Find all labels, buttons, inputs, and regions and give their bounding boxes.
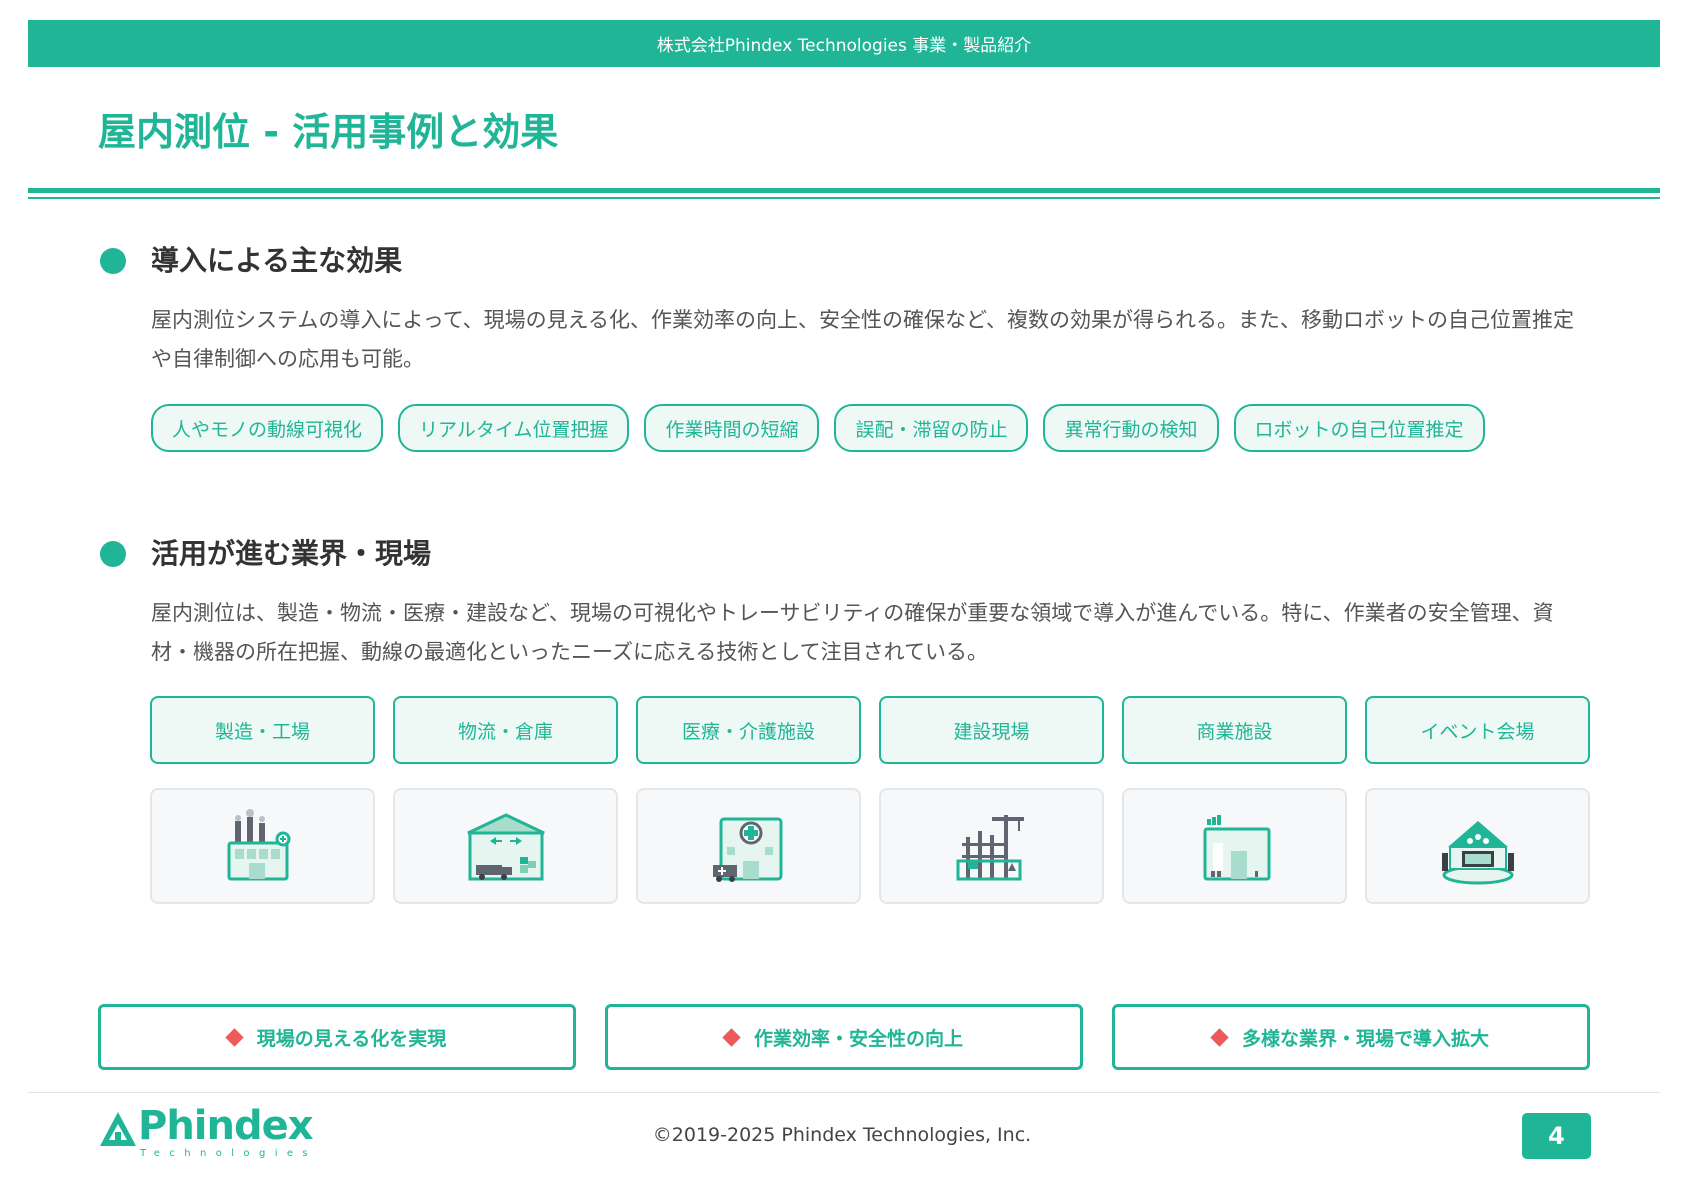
outcome-label: 多様な業界・現場で導入拡大 — [1241, 1027, 1489, 1050]
diamond-bullet-icon — [1210, 1027, 1229, 1047]
section-heading-effects: 導入による主な効果 — [151, 244, 403, 277]
effect-tag: 人やモノの動線可視化 — [151, 404, 384, 452]
section-body-industries: 屋内測位は、製造・物流・医療・建設など、現場の可視化やトレーサビリティの確保が重… — [151, 601, 1554, 664]
industry-label-logistics: 物流・倉庫 — [393, 696, 618, 764]
effect-tag-list: 人やモノの動線可視化 リアルタイム位置把握 作業時間の短縮 誤配・滞留の防止 異… — [151, 404, 1485, 452]
page-number-badge: 4 — [1522, 1113, 1591, 1159]
outcome-label: 現場の見える化を実現 — [256, 1027, 447, 1050]
outcome-expansion: 多様な業界・現場で導入拡大 — [1112, 1004, 1590, 1070]
effect-tag: 異常行動の検知 — [1043, 404, 1219, 452]
industry-label-event: イベント会場 — [1365, 696, 1590, 764]
industry-card-medical — [636, 788, 861, 904]
section-heading-industries: 活用が進む業界・現場 — [151, 537, 432, 570]
copyright-text: ©2019-2025 Phindex Technologies, Inc. — [652, 1124, 1032, 1146]
outcome-visibility: 現場の見える化を実現 — [98, 1004, 576, 1070]
diamond-bullet-icon — [722, 1027, 741, 1047]
footer-divider — [28, 1092, 1660, 1093]
store-icon — [1203, 815, 1270, 881]
industry-card-manufacturing — [150, 788, 375, 904]
industry-label-manufacturing: 製造・工場 — [150, 696, 375, 764]
event-venue-icon — [1441, 821, 1514, 885]
industry-label-medical: 医療・介護施設 — [636, 696, 861, 764]
industry-card-logistics — [393, 788, 618, 904]
effect-tag: 作業時間の短縮 — [644, 404, 820, 452]
section-bullet-icon — [100, 248, 126, 274]
industry-card-commercial — [1122, 788, 1347, 904]
industry-label-construction: 建設現場 — [879, 696, 1104, 764]
section-bullet-icon — [100, 541, 126, 567]
industry-label-row: 製造・工場 物流・倉庫 医療・介護施設 建設現場 商業施設 イベント会場 — [150, 696, 1591, 764]
industry-label-commercial: 商業施設 — [1122, 696, 1347, 764]
construction-icon — [956, 815, 1024, 881]
effect-tag: リアルタイム位置把握 — [398, 404, 630, 452]
header-banner-text: 株式会社Phindex Technologies 事業・製品紹介 — [656, 36, 1032, 56]
factory-icon — [227, 809, 290, 881]
industry-card-construction — [879, 788, 1104, 904]
outcome-label: 作業効率・安全性の向上 — [753, 1027, 963, 1050]
section-body-effects: 屋内測位システムの導入によって、現場の見える化、作業効率の向上、安全性の確保など… — [151, 308, 1574, 371]
logo-subtext: Technologies — [140, 1148, 318, 1159]
industry-card-event — [1365, 788, 1590, 904]
title-rule-thick — [28, 188, 1660, 193]
industry-icon-row — [150, 788, 1591, 904]
warehouse-icon — [466, 813, 545, 881]
title-rule-thin — [28, 197, 1660, 199]
outcome-efficiency-safety: 作業効率・安全性の向上 — [605, 1004, 1083, 1070]
outcome-list: 現場の見える化を実現 作業効率・安全性の向上 多様な業界・現場で導入拡大 — [98, 1004, 1590, 1070]
effect-tag: 誤配・滞留の防止 — [834, 404, 1029, 452]
page-title: 屋内測位 - 活用事例と効果 — [98, 110, 559, 154]
hospital-icon — [712, 817, 782, 882]
diamond-bullet-icon — [225, 1027, 244, 1047]
effect-tag: ロボットの自己位置推定 — [1233, 404, 1485, 452]
header-banner: 株式会社Phindex Technologies 事業・製品紹介 — [28, 20, 1660, 67]
